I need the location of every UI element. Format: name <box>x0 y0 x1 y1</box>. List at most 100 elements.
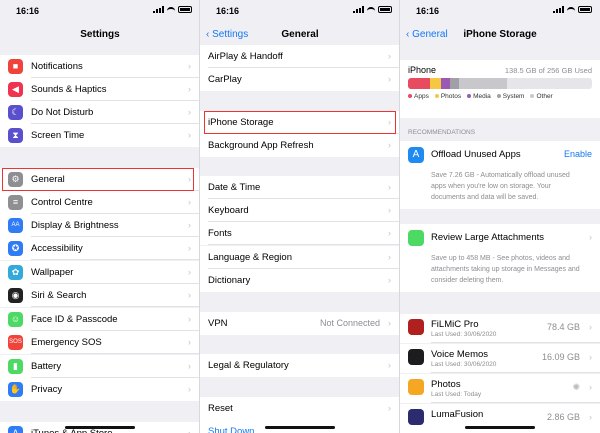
app-last-used: Last Used: Today <box>431 391 482 398</box>
general-item-label: Legal & Regulatory <box>208 360 289 371</box>
general-item[interactable]: AirPlay & Handoff › <box>200 45 399 68</box>
settings-item[interactable]: ≡ Control Centre › <box>0 191 199 214</box>
chevron-right-icon: › <box>188 361 191 371</box>
siri-icon: ◉ <box>8 288 23 303</box>
back-label: General <box>412 29 448 40</box>
chevron-right-icon: › <box>388 360 391 370</box>
storage-usage-bar <box>408 78 592 89</box>
settings-item[interactable]: ■ Notifications › <box>0 55 199 78</box>
enable-button[interactable]: Enable <box>564 149 592 159</box>
general-item[interactable]: VPN Not Connected › <box>200 312 399 335</box>
settings-item[interactable]: ◉ Siri & Search › <box>0 284 199 307</box>
rec-attachments-desc: Save up to 458 MB - See photos, videos a… <box>431 255 580 284</box>
settings-item-label: Emergency SOS <box>31 337 102 348</box>
general-item[interactable]: Fonts › <box>200 222 399 245</box>
app-icon <box>408 409 424 425</box>
wifi-icon <box>567 6 575 13</box>
chevron-right-icon: › <box>188 130 191 140</box>
settings-item[interactable]: ⧗ Screen Time › <box>0 124 199 147</box>
settings-item[interactable]: ✿ Wallpaper › <box>0 261 199 284</box>
settings-item[interactable]: ☾ Do Not Disturb › <box>0 101 199 124</box>
settings-item[interactable]: ✪ Accessibility › <box>0 237 199 260</box>
chevron-right-icon: › <box>188 384 191 394</box>
app-row[interactable]: Photos Last Used: Today ✺ › <box>400 374 600 403</box>
separator <box>431 402 600 403</box>
battery-status-icon <box>578 6 592 13</box>
legend-dot <box>408 94 412 99</box>
rec-attachments[interactable]: Review Large Attachments › Save up to 45… <box>400 224 600 292</box>
settings-item[interactable]: ▮ Battery › <box>0 355 199 378</box>
chevron-right-icon: › <box>388 275 391 285</box>
app-name: LumaFusion <box>431 409 484 420</box>
rec-offload[interactable]: A Offload Unused Apps Enable Save 7.26 G… <box>400 141 600 209</box>
settings-item[interactable]: ◀ Sounds & Haptics › <box>0 78 199 101</box>
general-item-label: Date & Time <box>208 182 261 193</box>
general-item-label: Dictionary <box>208 275 251 286</box>
legend-item: Photos <box>434 93 461 100</box>
app-last-used: Last Used: 30/06/2020 <box>431 331 497 338</box>
status-icons <box>553 6 592 13</box>
status-bar: 16:16 <box>200 0 399 22</box>
general-item[interactable]: Reset › <box>200 397 399 420</box>
legend-label: System <box>502 93 525 100</box>
back-button[interactable]: ‹ General <box>406 22 448 48</box>
legend-item: Media <box>467 93 491 100</box>
page-title: iPhone Storage <box>463 29 537 40</box>
general-item[interactable]: Dictionary › <box>200 269 399 292</box>
chevron-right-icon: › <box>188 107 191 117</box>
highlight-general <box>2 168 194 191</box>
settings-item-label: Face ID & Passcode <box>31 314 118 325</box>
notifications-icon: ■ <box>8 59 23 74</box>
chevron-right-icon: › <box>188 267 191 277</box>
general-item[interactable]: Date & Time › <box>200 176 399 199</box>
battery-icon: ▮ <box>8 359 23 374</box>
legend-item: Other <box>530 93 553 100</box>
page-title: Settings <box>80 29 120 40</box>
app-icon <box>408 319 424 335</box>
highlight-iphone-storage <box>204 111 396 134</box>
hand-icon: ✋ <box>8 382 23 397</box>
general-item-label: Reset <box>208 403 233 414</box>
app-size: 16.09 GB <box>541 352 580 362</box>
legend-item: System <box>496 93 525 100</box>
general-item[interactable]: Legal & Regulatory › <box>200 354 399 377</box>
storage-legend: Apps Photos Media System Other <box>408 93 553 100</box>
app-row[interactable]: FiLMiC Pro Last Used: 30/06/2020 78.4 GB › <box>400 314 600 343</box>
settings-item[interactable]: ✋ Privacy › <box>0 378 199 401</box>
general-item-label: AirPlay & Handoff <box>208 51 283 62</box>
chevron-right-icon: › <box>388 182 391 192</box>
wifi-icon <box>367 6 375 13</box>
app-row[interactable]: Voice Memos Last Used: 30/06/2020 16.09 GB… <box>400 344 600 373</box>
general-item[interactable]: Keyboard › <box>200 199 399 222</box>
legend-dot <box>467 94 472 99</box>
status-bar: 16:16 <box>400 0 600 22</box>
settings-item[interactable]: SOS Emergency SOS › <box>0 331 199 354</box>
legend-label: Other <box>536 93 553 100</box>
recommendations-header: RECOMMENDATIONS <box>408 129 476 136</box>
chevron-right-icon: › <box>188 197 191 207</box>
chevron-right-icon: › <box>388 318 391 328</box>
legend-item: Apps <box>408 93 429 100</box>
chevron-right-icon: › <box>188 61 191 71</box>
general-item[interactable]: Language & Region › <box>200 246 399 269</box>
settings-item[interactable]: ☺ Face ID & Passcode › <box>0 308 199 331</box>
chevron-right-icon: › <box>388 205 391 215</box>
rec-offload-desc: Save 7.26 GB - Automatically offload unu… <box>431 172 570 201</box>
chevron-right-icon: › <box>388 403 391 413</box>
app-size: 2.86 GB <box>546 412 580 422</box>
battery-status-icon <box>378 6 392 13</box>
settings-item[interactable]: AA Display & Brightness › <box>0 214 199 237</box>
nav-bar: ‹ General iPhone Storage <box>400 22 600 48</box>
settings-item-label: Notifications <box>31 61 83 72</box>
switches-icon: ≡ <box>8 195 23 210</box>
usage-segment <box>441 78 451 89</box>
page-title: General <box>281 29 319 40</box>
home-indicator <box>465 426 535 429</box>
storage-summary: iPhone 138.5 GB of 256 GB Used Apps Photo… <box>400 60 600 118</box>
general-panel: 16:16 ‹ Settings General AirPlay & Hando… <box>200 0 400 433</box>
general-item[interactable]: CarPlay › <box>200 68 399 91</box>
general-item[interactable]: Background App Refresh › <box>200 134 399 157</box>
storage-panel: 16:16 ‹ General iPhone Storage iPhone 13… <box>400 0 600 433</box>
status-icons <box>353 6 392 13</box>
settings-item-label: Screen Time <box>31 130 85 141</box>
